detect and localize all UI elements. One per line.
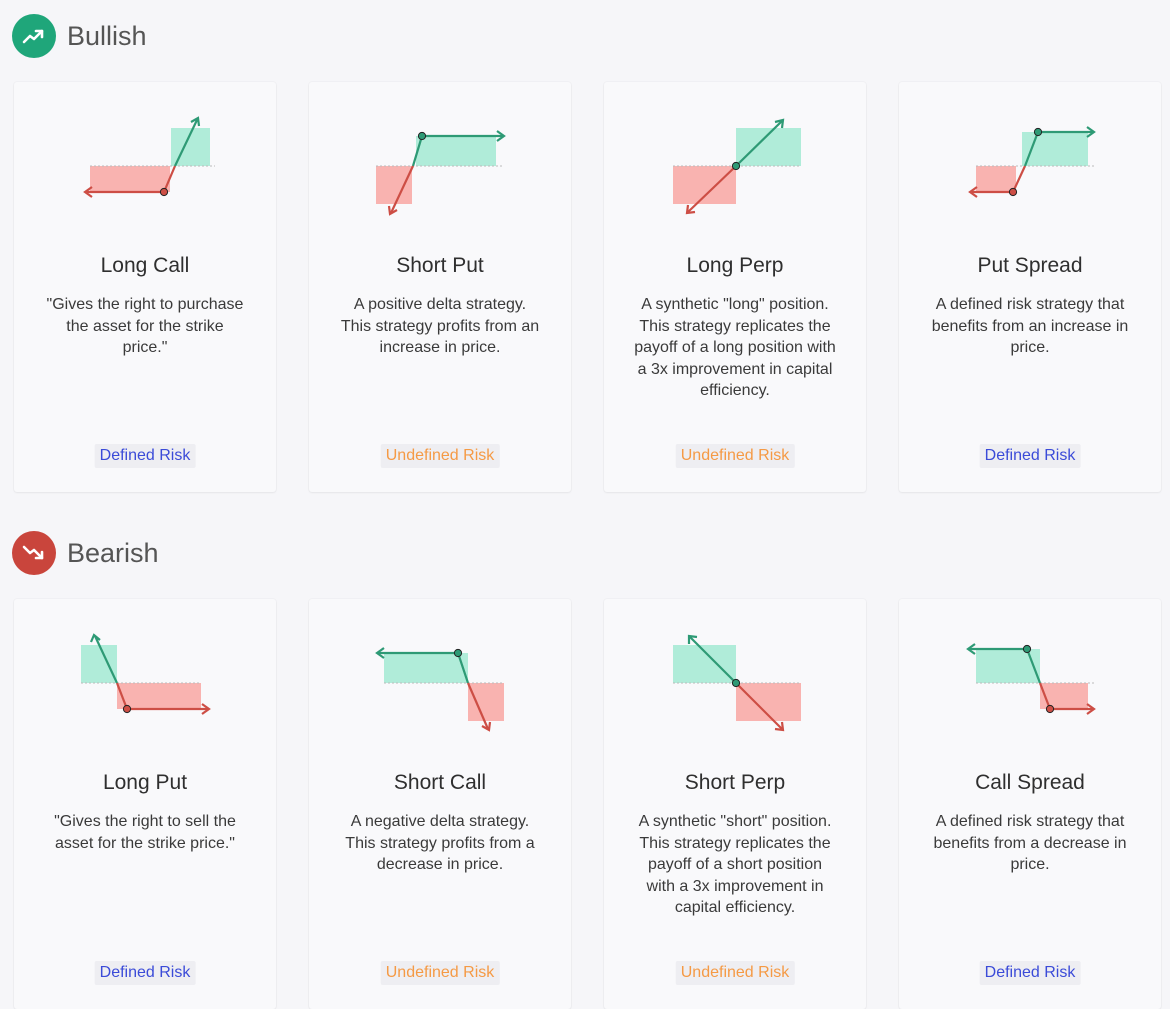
payoff-diagram	[375, 647, 504, 732]
payoff-diagram	[673, 634, 801, 732]
section-header-bearish: Bearish	[12, 531, 159, 575]
payoff-diagram	[673, 118, 801, 215]
trending-up-icon	[12, 14, 56, 58]
risk-badge: Defined Risk	[94, 444, 196, 468]
strategy-description: A negative delta strategy. This strategy…	[345, 813, 535, 873]
strategy-description: A synthetic "long" position. This strate…	[634, 296, 836, 399]
strategy-description: "Gives the right to sell the asset for t…	[54, 813, 236, 852]
payoff-diagram	[81, 633, 211, 715]
strategy-card-long-perp[interactable]: Long Perp A synthetic "long" position. T…	[604, 82, 866, 492]
strategy-description: "Gives the right to purchase the asset f…	[46, 296, 244, 356]
strategy-description: A synthetic "short" position. This strat…	[638, 813, 832, 916]
payoff-diagram	[376, 130, 506, 216]
section-title: Bearish	[67, 537, 159, 568]
strategy-card-short-perp[interactable]: Short Perp A synthetic "short" position.…	[604, 599, 866, 1009]
strategy-name: Short Perp	[684, 771, 786, 794]
strategy-card-short-call[interactable]: Short Call A negative delta strategy. Th…	[309, 599, 571, 1009]
risk-badge: Defined Risk	[979, 961, 1081, 985]
risk-badge: Undefined Risk	[675, 961, 795, 985]
risk-badge: Undefined Risk	[380, 444, 500, 468]
trending-down-icon	[12, 531, 56, 575]
strategy-name: Short Put	[396, 254, 484, 277]
risk-badge: Defined Risk	[94, 961, 196, 985]
strategy-name: Put Spread	[977, 254, 1083, 277]
strategy-name: Call Spread	[975, 771, 1085, 794]
strategy-description: A positive delta strategy. This strategy…	[340, 296, 540, 356]
strategy-name: Long Call	[100, 254, 190, 277]
section-title: Bullish	[67, 20, 147, 51]
strategy-card-long-put[interactable]: Long Put "Gives the right to sell the as…	[14, 599, 276, 1009]
payoff-diagram	[966, 643, 1096, 715]
section-header-bullish: Bullish	[12, 14, 147, 58]
payoff-diagram	[83, 116, 215, 198]
strategy-name: Short Call	[393, 771, 487, 794]
strategy-description: A defined risk strategy that benefits fr…	[933, 813, 1127, 873]
strategy-card-call-spread[interactable]: Call Spread A defined risk strategy that…	[899, 599, 1161, 1009]
risk-badge: Defined Risk	[979, 444, 1081, 468]
payoff-diagram	[968, 126, 1096, 198]
strategy-name: Long Put	[102, 771, 188, 794]
strategy-card-short-put[interactable]: Short Put A positive delta strategy. Thi…	[309, 82, 571, 492]
strategy-name: Long Perp	[686, 254, 784, 277]
strategy-card-put-spread[interactable]: Put Spread A defined risk strategy that …	[899, 82, 1161, 492]
strategy-card-long-call[interactable]: Long Call "Gives the right to purchase t…	[14, 82, 276, 492]
risk-badge: Undefined Risk	[675, 444, 795, 468]
risk-badge: Undefined Risk	[380, 961, 500, 985]
strategy-description: A defined risk strategy that benefits fr…	[931, 296, 1129, 356]
